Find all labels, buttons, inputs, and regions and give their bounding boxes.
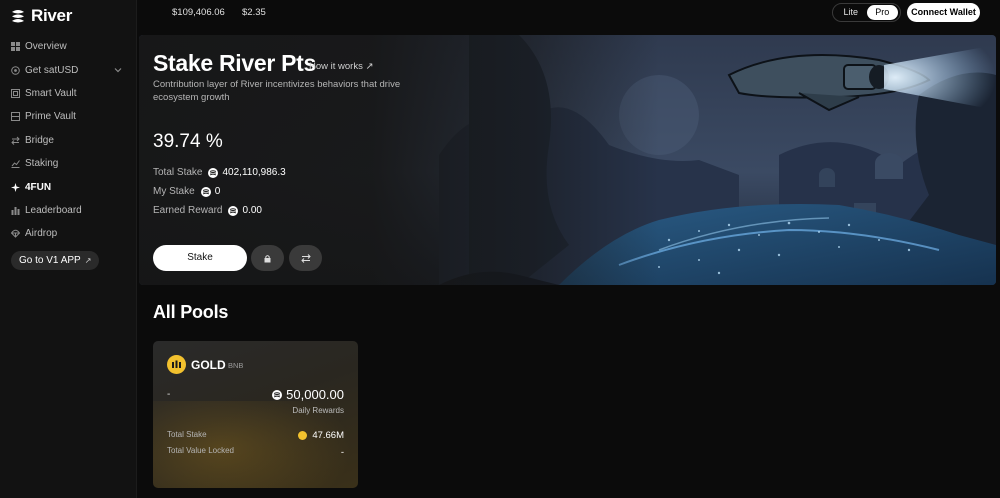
unstake-button[interactable]	[251, 245, 284, 271]
pool-card-gold[interactable]: GOLD BNB - 50,000.00 Daily Rewards Total…	[153, 341, 358, 488]
go-to-v1-app-button[interactable]: Go to V1 APP ↗	[11, 251, 100, 270]
chart-icon	[11, 159, 20, 169]
earned-reward-row: Earned Reward 0.00	[153, 205, 262, 216]
top-bar: $109,406.06 $2.35 Lite Pro Connect Walle…	[138, 0, 1000, 26]
vault-icon	[11, 88, 20, 98]
river-logo-icon	[12, 10, 24, 23]
pool-chain: BNB	[228, 361, 244, 370]
hero-subtitle: Contribution layer of River incentivizes…	[153, 79, 401, 103]
go-to-v1-app-label: Go to V1 APP	[19, 255, 81, 266]
daily-rewards-value-row: 50,000.00	[272, 387, 344, 402]
sidebar-item-staking[interactable]: Staking	[0, 152, 137, 175]
sidebar-item-get-satusd[interactable]: Get satUSD	[0, 58, 137, 81]
river-coin-icon	[208, 167, 219, 178]
sidebar-item-bridge[interactable]: Bridge	[0, 129, 137, 152]
pool-total-stake-label: Total Stake	[167, 430, 207, 439]
sidebar-item-label: Overview	[25, 41, 67, 53]
total-stake-label: Total Stake	[153, 167, 203, 178]
swap-icon	[300, 253, 311, 263]
sidebar-item-prime-vault[interactable]: Prime Vault	[0, 105, 137, 128]
apy-value: 39.74 %	[153, 131, 223, 152]
connect-wallet-button[interactable]: Connect Wallet	[907, 3, 980, 22]
pool-tvl-label: Total Value Locked	[167, 446, 235, 455]
sidebar-item-label: Smart Vault	[25, 87, 77, 99]
stake-button[interactable]: Stake	[153, 245, 247, 271]
river-logo[interactable]: River	[10, 6, 72, 26]
page-title: Stake River Pts	[153, 50, 316, 76]
external-link-icon: ↗	[84, 256, 92, 265]
chevron-down-icon[interactable]	[114, 66, 122, 75]
river-coin-icon	[272, 389, 283, 400]
total-stake-row: Total Stake 402,110,986.3	[153, 167, 286, 178]
sidebar-item-overview[interactable]: Overview	[0, 35, 137, 58]
total-stake-value: 402,110,986.3	[222, 167, 286, 178]
mode-option-lite[interactable]: Lite	[835, 5, 867, 20]
grid-icon	[11, 42, 20, 52]
spark-icon	[11, 182, 20, 192]
sidebar-item-label: 4FUN	[25, 181, 52, 193]
sidebar-item-airdrop[interactable]: Airdrop	[0, 222, 137, 245]
pool-apy-value: -	[167, 389, 171, 400]
sidebar-item-4fun[interactable]: 4FUN	[0, 175, 137, 198]
sidebar-item-label: Airdrop	[25, 228, 58, 240]
price-stat-1: $109,406.06	[172, 7, 225, 18]
swap-icon	[11, 136, 20, 145]
earned-reward-label: Earned Reward	[153, 205, 223, 216]
sidebar-item-label: Prime Vault	[25, 111, 76, 123]
sidebar-item-leaderboard[interactable]: Leaderboard	[0, 199, 137, 222]
bars-icon	[11, 206, 20, 215]
all-pools-title: All Pools	[153, 302, 229, 322]
my-stake-value: 0	[214, 186, 221, 197]
price-stat-2: $2.35	[242, 7, 266, 18]
gold-token-icon	[167, 355, 186, 374]
daily-rewards-value: 50,000.00	[286, 387, 344, 402]
pool-name: GOLD	[191, 358, 226, 372]
logo-text: River	[31, 6, 73, 25]
parachute-icon	[11, 229, 20, 239]
coin-icon	[11, 65, 20, 75]
sidebar-item-label: Leaderboard	[25, 204, 82, 216]
sidebar-nav: Overview Get satUSD Smart Vault Prime Va…	[0, 35, 137, 246]
vault-icon	[11, 112, 20, 122]
my-stake-label: My Stake	[153, 186, 195, 197]
mode-option-pro[interactable]: Pro	[866, 5, 898, 20]
sidebar-item-label: Get satUSD	[25, 64, 79, 76]
gold-coin-icon	[298, 431, 308, 440]
earned-reward-value: 0.00	[242, 205, 262, 216]
lock-icon	[264, 254, 271, 262]
my-stake-row: My Stake 0	[153, 186, 220, 197]
sidebar-item-label: Staking	[25, 158, 59, 170]
sidebar: River Overview Get satUSD Smart Vault Pr…	[0, 0, 137, 498]
river-coin-icon	[228, 205, 239, 216]
river-coin-icon	[200, 186, 211, 197]
pool-tvl-value: -	[340, 447, 344, 458]
swap-button[interactable]	[289, 245, 322, 271]
pool-total-stake-value: 47.66M	[312, 430, 344, 441]
how-it-works-link[interactable]: How it works ↗	[309, 61, 373, 72]
mode-toggle[interactable]: Lite Pro	[832, 3, 901, 22]
sidebar-item-smart-vault[interactable]: Smart Vault	[0, 82, 137, 105]
pool-total-stake-row: 47.66M	[298, 430, 344, 441]
daily-rewards-label: Daily Rewards	[292, 406, 344, 415]
sidebar-item-label: Bridge	[25, 134, 54, 146]
stake-hero-banner: Stake River Pts How it works ↗ Contribut…	[139, 35, 996, 285]
